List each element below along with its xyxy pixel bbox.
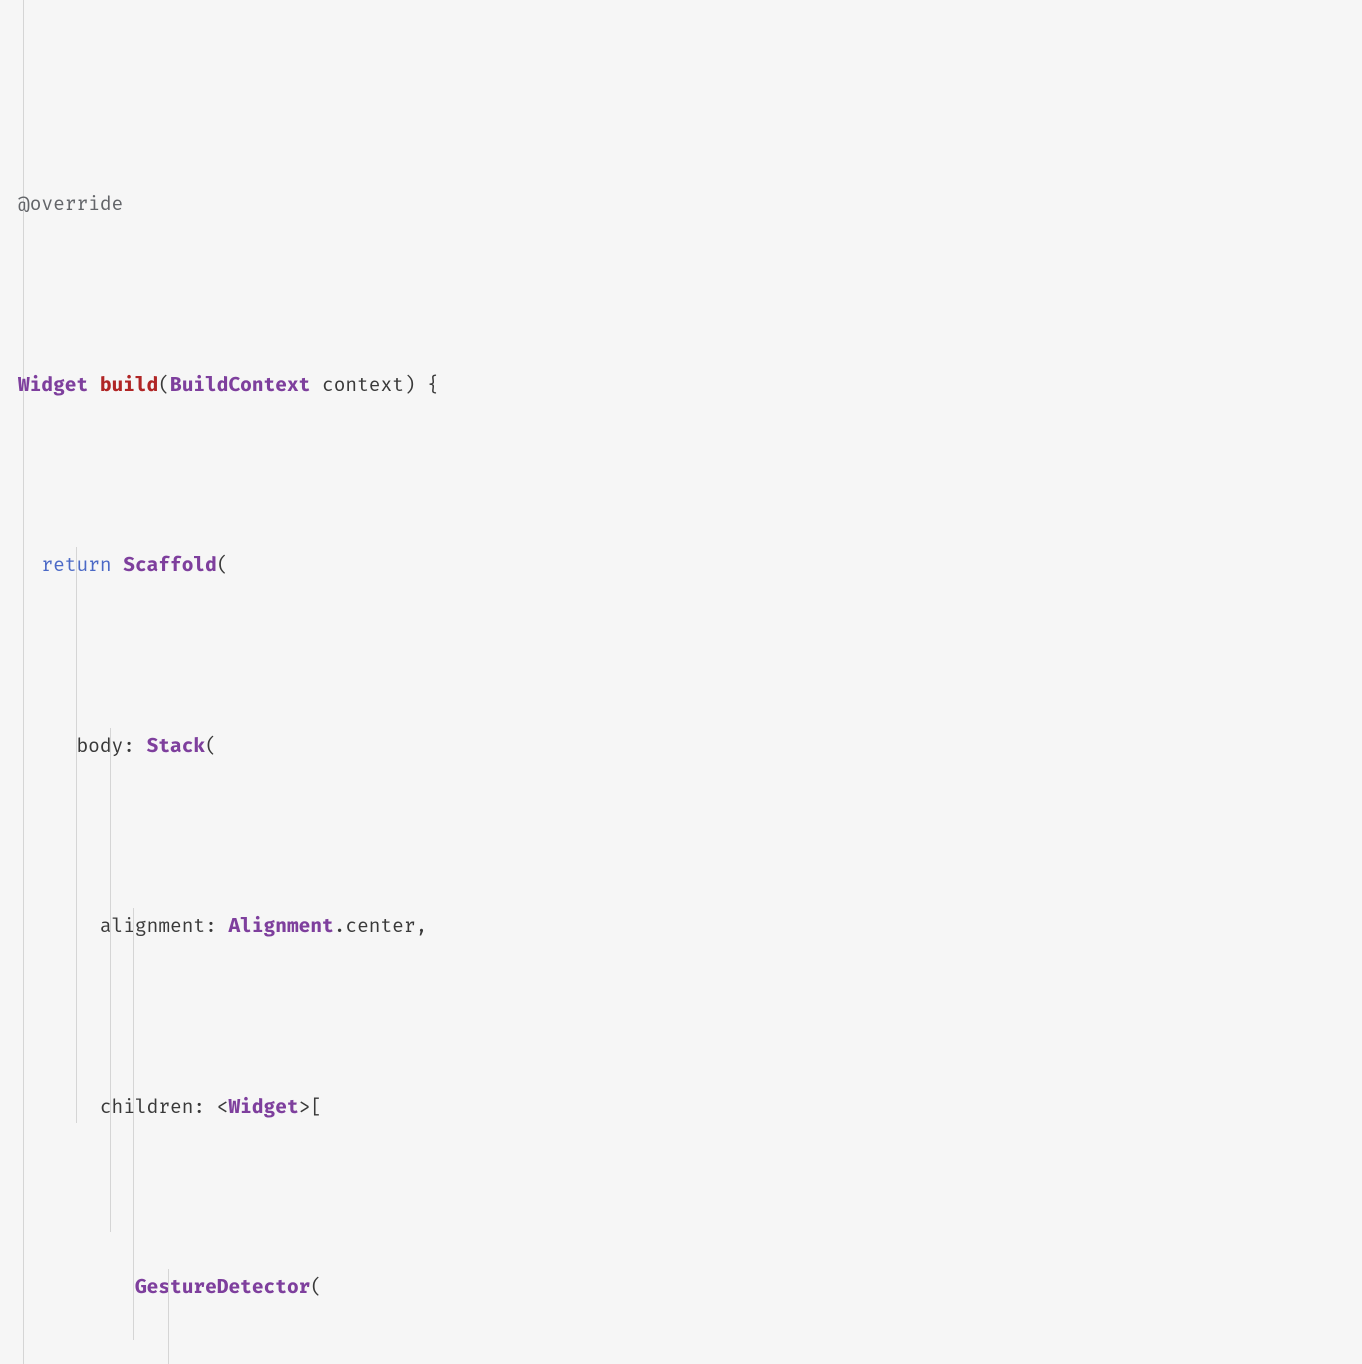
class-token: Alignment [228, 914, 333, 938]
punct-token: >[ [299, 1095, 322, 1119]
punct-token: ( [205, 734, 217, 758]
class-token: Stack [147, 734, 205, 758]
code-line: body: Stack( [18, 728, 1362, 764]
class-token: Widget [228, 1095, 298, 1119]
annotation-token: @override [18, 192, 123, 216]
named-arg-token: children: < [100, 1095, 229, 1119]
type-token: Widget [18, 373, 88, 397]
code-line: Widget build(BuildContext context) { [18, 367, 1362, 403]
param-token: context [310, 373, 404, 397]
class-token: GestureDetector [135, 1275, 310, 1299]
class-token: Scaffold [123, 553, 217, 577]
punct-token: ( [310, 1275, 322, 1299]
function-name-token: build [100, 373, 158, 397]
code-line: alignment: Alignment.center, [18, 908, 1362, 944]
punct-token: ) { [404, 373, 439, 397]
type-token: BuildContext [170, 373, 310, 397]
code-line: return Scaffold( [18, 547, 1362, 583]
code-block: @override Widget build(BuildContext cont… [0, 0, 1362, 1364]
punct-token: ( [158, 373, 170, 397]
code-line: children: <Widget>[ [18, 1089, 1362, 1125]
named-arg-token: body: [76, 734, 146, 758]
named-arg-token: alignment: [100, 914, 229, 938]
punct-token: .center, [334, 914, 428, 938]
punct-token: ( [217, 553, 229, 577]
code-line: GestureDetector( [18, 1269, 1362, 1305]
code-line: @override [18, 186, 1362, 222]
